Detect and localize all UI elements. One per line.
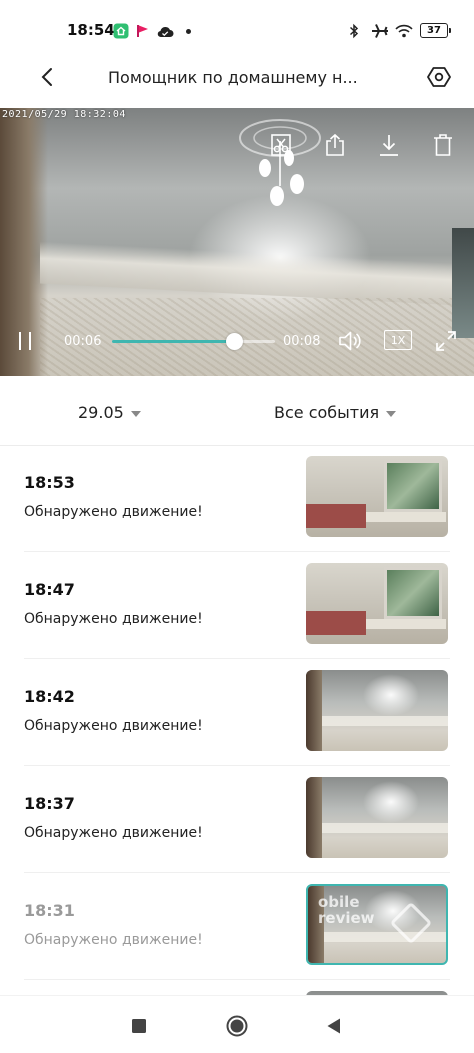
thumb-window bbox=[384, 460, 442, 512]
pause-button[interactable] bbox=[10, 326, 40, 356]
event-item[interactable]: 18:42 Обнаружено движение! bbox=[0, 659, 474, 766]
thumb-sill bbox=[366, 619, 446, 629]
fullscreen-icon bbox=[436, 331, 456, 351]
event-time: 18:47 bbox=[24, 580, 75, 599]
event-description: Обнаружено движение! bbox=[24, 718, 203, 734]
video-player[interactable]: 2021/05/29 18:32:04 00:06 00:08 1X bbox=[0, 108, 474, 376]
seek-progress bbox=[112, 340, 235, 343]
current-time: 00:06 bbox=[64, 334, 102, 349]
airplane-icon bbox=[370, 22, 390, 40]
recents-square-icon bbox=[132, 1019, 146, 1033]
back-nav-button[interactable] bbox=[320, 1012, 348, 1040]
back-triangle-icon bbox=[327, 1018, 340, 1034]
event-time: 18:31 bbox=[24, 901, 75, 920]
flag-icon bbox=[136, 22, 150, 40]
thumb-sofa bbox=[306, 611, 366, 635]
status-time: 18:54 bbox=[67, 21, 115, 39]
video-window bbox=[452, 228, 474, 338]
clip-icon bbox=[271, 134, 291, 156]
mi-home-icon bbox=[112, 22, 130, 40]
recents-button[interactable] bbox=[125, 1012, 153, 1040]
watermark-line2: review bbox=[318, 909, 375, 927]
duration-time: 00:08 bbox=[283, 334, 321, 349]
download-button[interactable] bbox=[374, 130, 404, 160]
thumb-window bbox=[384, 567, 442, 619]
header: Помощник по домашнему н... bbox=[0, 56, 474, 100]
page-title: Помощник по домашнему н... bbox=[108, 68, 358, 87]
dot-icon bbox=[184, 22, 192, 40]
thumb-molding bbox=[322, 823, 448, 833]
delete-icon bbox=[434, 134, 452, 156]
event-thumbnail-selected[interactable]: obile review bbox=[306, 884, 448, 965]
event-time: 18:42 bbox=[24, 687, 75, 706]
event-time: 18:53 bbox=[24, 473, 75, 492]
event-time: 18:37 bbox=[24, 794, 75, 813]
event-item[interactable]: 18:53 Обнаружено движение! bbox=[0, 445, 474, 552]
home-button[interactable] bbox=[223, 1012, 251, 1040]
thumb-sofa bbox=[306, 504, 366, 528]
filter-bar: 29.05 Все события bbox=[0, 378, 474, 446]
bluetooth-icon bbox=[347, 22, 361, 40]
caret-down-icon bbox=[386, 410, 397, 417]
speed-button[interactable]: 1X bbox=[384, 330, 412, 350]
seek-bar[interactable] bbox=[112, 333, 275, 350]
watermark-text: obile review bbox=[318, 894, 375, 926]
hexagon-settings-icon bbox=[427, 67, 451, 87]
event-item-selected[interactable]: 18:31 Обнаружено движение! obile review bbox=[0, 873, 474, 980]
thumb-molding bbox=[322, 716, 448, 726]
back-button[interactable] bbox=[30, 60, 64, 94]
home-circle-icon bbox=[226, 1015, 248, 1037]
clip-button[interactable] bbox=[266, 130, 296, 160]
download-icon bbox=[380, 135, 398, 156]
delete-button[interactable] bbox=[428, 130, 458, 160]
settings-button[interactable] bbox=[422, 60, 456, 94]
cloud-icon bbox=[155, 22, 175, 40]
event-description: Обнаружено движение! bbox=[24, 932, 203, 948]
event-thumbnail[interactable] bbox=[306, 563, 448, 644]
thumb-wall bbox=[306, 777, 322, 858]
share-button[interactable] bbox=[320, 130, 350, 160]
pause-icon bbox=[19, 332, 31, 350]
video-molding bbox=[40, 241, 474, 307]
system-nav-bar bbox=[0, 995, 474, 1053]
volume-button[interactable] bbox=[335, 326, 365, 356]
fullscreen-button[interactable] bbox=[431, 326, 461, 356]
event-filter-dropdown[interactable]: Все события bbox=[274, 403, 397, 422]
thumb-molding bbox=[324, 932, 446, 942]
event-description: Обнаружено движение! bbox=[24, 611, 203, 627]
date-filter-label: 29.05 bbox=[78, 403, 124, 422]
event-thumbnail[interactable] bbox=[306, 670, 448, 751]
video-timestamp: 2021/05/29 18:32:04 bbox=[2, 109, 126, 120]
event-item[interactable]: 18:47 Обнаружено движение! bbox=[0, 552, 474, 659]
event-description: Обнаружено движение! bbox=[24, 504, 203, 520]
event-item[interactable]: 18:37 Обнаружено движение! bbox=[0, 766, 474, 873]
event-thumbnail[interactable] bbox=[306, 777, 448, 858]
event-description: Обнаружено движение! bbox=[24, 825, 203, 841]
chevron-left-icon bbox=[41, 68, 52, 86]
thumb-sill bbox=[366, 512, 446, 522]
event-thumbnail[interactable] bbox=[306, 456, 448, 537]
caret-down-icon bbox=[130, 410, 141, 417]
thumb-wall bbox=[306, 670, 322, 751]
volume-icon bbox=[339, 331, 361, 351]
date-filter-dropdown[interactable]: 29.05 bbox=[78, 403, 141, 422]
status-bar: 18:54 37 bbox=[0, 0, 474, 62]
event-filter-label: Все события bbox=[274, 403, 380, 422]
share-icon bbox=[326, 133, 344, 156]
battery-icon: 37 bbox=[420, 23, 451, 38]
wifi-icon bbox=[394, 22, 414, 40]
